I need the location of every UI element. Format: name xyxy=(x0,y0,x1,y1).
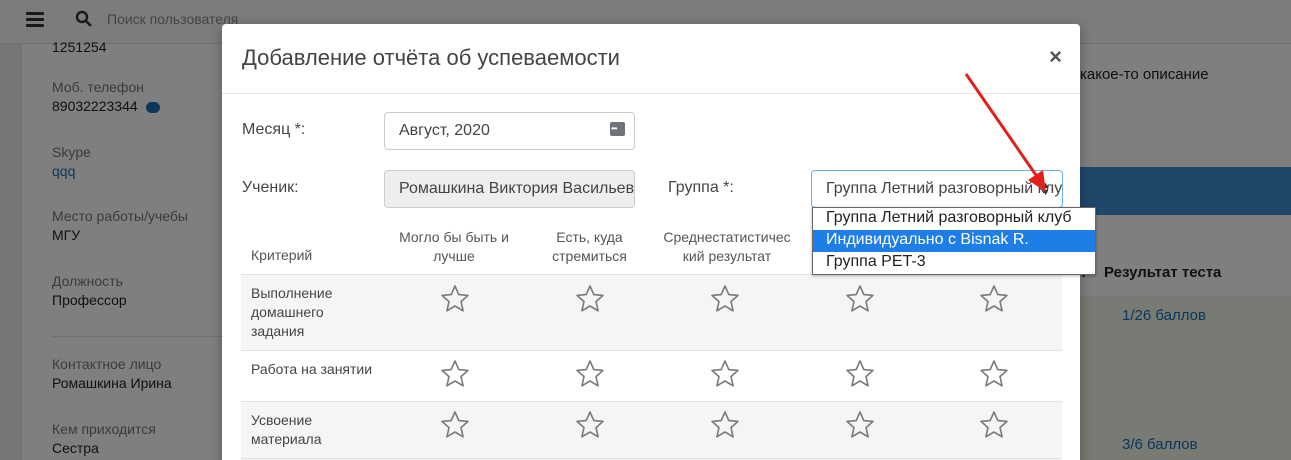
group-option-highlighted[interactable]: Индивидуально с Bisnak R. xyxy=(813,230,1095,252)
month-input[interactable]: Август, 2020 xyxy=(384,112,635,150)
star-icon[interactable] xyxy=(845,359,875,389)
star-icon[interactable] xyxy=(845,284,875,314)
row-divider xyxy=(241,350,1062,351)
row-divider xyxy=(241,458,1062,459)
modal-header: Добавление отчёта об успеваемости × xyxy=(222,24,1080,94)
group-label: Группа *: xyxy=(668,179,734,196)
star-icon[interactable] xyxy=(710,284,740,314)
group-option[interactable]: Группа Летний разговорный клуб xyxy=(813,208,1095,230)
criterion-label: Работа на занятии xyxy=(251,361,373,377)
table-row-bg xyxy=(241,275,1062,351)
star-icon[interactable] xyxy=(979,410,1009,440)
star-icon[interactable] xyxy=(575,410,605,440)
student-input: Ромашкина Виктория Васильевна xyxy=(384,170,635,208)
star-icon[interactable] xyxy=(575,359,605,389)
star-icon[interactable] xyxy=(575,284,605,314)
criterion-label: Усвоение материала xyxy=(251,412,322,447)
select-arrows-icon: ▲ ▼ xyxy=(1041,180,1050,197)
row-divider xyxy=(241,401,1062,402)
star-icon[interactable] xyxy=(710,410,740,440)
rating-header: Есть, куда стремиться xyxy=(552,229,627,264)
star-icon[interactable] xyxy=(440,284,470,314)
criteria-header: Критерий xyxy=(251,247,313,263)
group-dropdown: Группа Летний разговорный клуб Индивидуа… xyxy=(812,207,1096,275)
rating-header: Могло бы быть и лучше xyxy=(399,229,509,264)
student-label: Ученик: xyxy=(242,179,299,196)
star-icon[interactable] xyxy=(440,359,470,389)
star-icon[interactable] xyxy=(979,359,1009,389)
modal-title: Добавление отчёта об успеваемости xyxy=(242,45,620,70)
report-modal: Добавление отчёта об успеваемости × Меся… xyxy=(222,24,1096,460)
month-label: Месяц *: xyxy=(242,121,306,138)
star-icon[interactable] xyxy=(979,284,1009,314)
rating-header: Среднестатистический результат xyxy=(663,229,791,264)
star-icon[interactable] xyxy=(710,359,740,389)
criterion-label: Выполнение домашнего задания xyxy=(251,285,333,339)
star-icon[interactable] xyxy=(440,410,470,440)
close-button[interactable]: × xyxy=(1049,44,1062,70)
calendar-icon[interactable] xyxy=(610,122,625,136)
group-option[interactable]: Группа PET-3 xyxy=(813,252,1095,274)
star-icon[interactable] xyxy=(845,410,875,440)
table-row-bg xyxy=(241,402,1062,460)
group-select[interactable]: Группа Летний разговорный клуб ▲ ▼ xyxy=(811,170,1063,208)
